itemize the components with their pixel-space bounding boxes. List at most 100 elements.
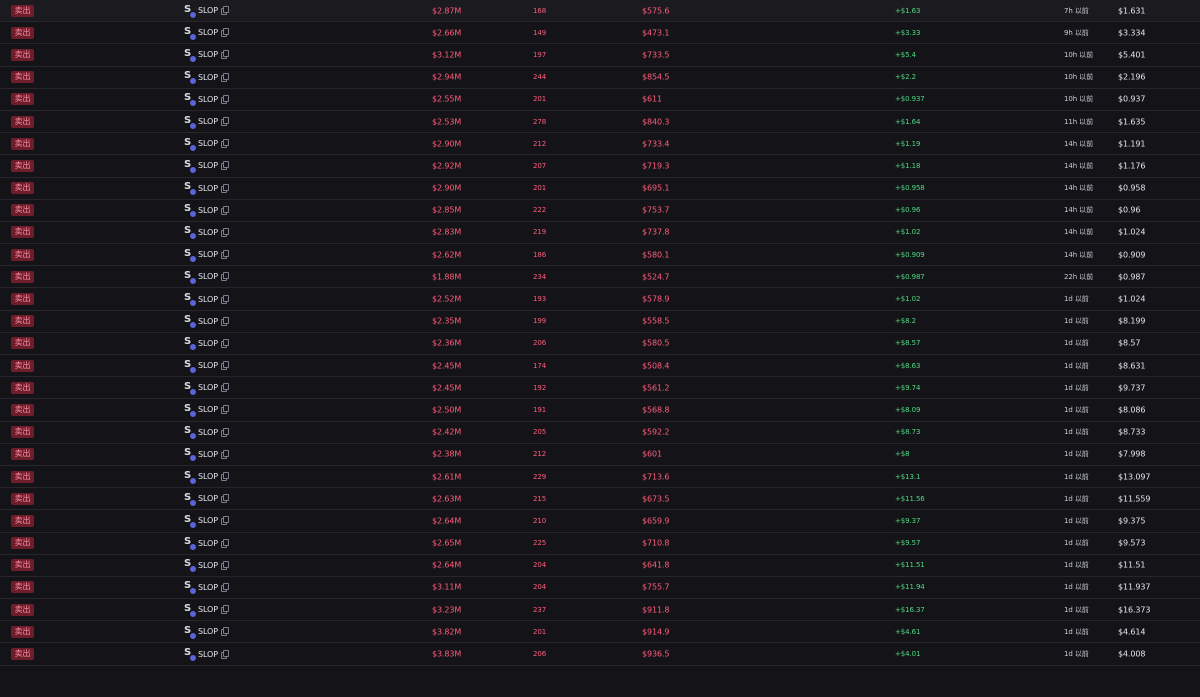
token-cell[interactable]: S SLOP [184, 4, 229, 19]
table-row[interactable]: 卖出 S SLOP $2.87M 168 $575.6 +$1.63 7h 以前… [0, 0, 1200, 23]
token-cell[interactable]: S SLOP [184, 225, 229, 241]
table-row[interactable]: 卖出 S SLOP $2.61M 229 $713.6 +$13.1 1d 以前… [0, 466, 1200, 489]
table-row[interactable]: 卖出 S SLOP $3.83M 206 $936.5 +$4.01 1d 以前… [0, 643, 1200, 666]
table-row[interactable]: 卖出 S SLOP $2.64M 204 $641.8 +$11.51 1d 以… [0, 555, 1200, 577]
token-cell[interactable]: S SLOP [184, 647, 229, 663]
sell-badge[interactable]: 卖出 [11, 603, 34, 616]
sell-badge[interactable]: 卖出 [11, 537, 34, 550]
copy-icon[interactable] [220, 50, 229, 60]
copy-icon[interactable] [220, 28, 229, 38]
table-row[interactable]: 卖出 S SLOP $2.45M 192 $561.2 +$9.74 1d 以前… [0, 377, 1200, 400]
sell-badge[interactable]: 卖出 [11, 448, 34, 461]
copy-icon[interactable] [220, 94, 229, 104]
table-row[interactable]: 卖出 S SLOP $2.36M 206 $580.5 +$8.57 1d 以前… [0, 333, 1200, 355]
token-cell[interactable]: S SLOP [184, 314, 229, 330]
token-cell[interactable]: S SLOP [184, 403, 229, 418]
table-row[interactable]: 卖出 S SLOP $2.53M 278 $840.3 +$1.64 11h 以… [0, 111, 1200, 134]
sell-badge[interactable]: 卖出 [11, 293, 34, 306]
table-row[interactable]: 卖出 S SLOP $3.82M 201 $914.9 +$4.61 1d 以前… [0, 621, 1200, 644]
table-row[interactable]: 卖出 S SLOP $2.62M 186 $580.1 +$0.909 14h … [0, 244, 1200, 267]
sell-badge[interactable]: 卖出 [11, 48, 34, 61]
token-cell[interactable]: S SLOP [184, 137, 229, 152]
table-row[interactable]: 卖出 S SLOP $2.63M 215 $673.5 +$11.56 1d 以… [0, 488, 1200, 511]
table-row[interactable]: 卖出 S SLOP $2.45M 174 $508.4 +$8.63 1d 以前… [0, 355, 1200, 378]
token-cell[interactable]: S SLOP [184, 514, 229, 529]
token-cell[interactable]: S SLOP [184, 92, 229, 108]
table-row[interactable]: 卖出 S SLOP $1.88M 234 $524.7 +$0.987 22h … [0, 266, 1200, 289]
copy-icon[interactable] [220, 139, 229, 149]
sell-badge[interactable]: 卖出 [11, 559, 34, 572]
token-cell[interactable]: S SLOP [184, 447, 229, 463]
table-row[interactable]: 卖出 S SLOP $2.94M 244 $854.5 +$2.2 10h 以前… [0, 67, 1200, 89]
sell-badge[interactable]: 卖出 [11, 625, 34, 638]
copy-icon[interactable] [220, 472, 229, 482]
copy-icon[interactable] [220, 338, 229, 348]
sell-badge[interactable]: 卖出 [11, 159, 34, 172]
copy-icon[interactable] [220, 294, 229, 304]
table-row[interactable]: 卖出 S SLOP $2.64M 210 $659.9 +$9.37 1d 以前… [0, 510, 1200, 533]
token-cell[interactable]: S SLOP [184, 26, 229, 41]
sell-badge[interactable]: 卖出 [11, 26, 34, 39]
sell-badge[interactable]: 卖出 [11, 403, 34, 416]
sell-badge[interactable]: 卖出 [11, 204, 34, 217]
copy-icon[interactable] [220, 161, 229, 171]
sell-badge[interactable]: 卖出 [11, 182, 34, 195]
table-row[interactable]: 卖出 S SLOP $2.90M 212 $733.4 +$1.19 14h 以… [0, 133, 1200, 156]
sell-badge[interactable]: 卖出 [11, 514, 34, 527]
sell-badge[interactable]: 卖出 [11, 581, 34, 594]
token-cell[interactable]: S SLOP [184, 492, 229, 507]
copy-icon[interactable] [220, 516, 229, 526]
table-row[interactable]: 卖出 S SLOP $3.23M 237 $911.8 +$16.37 1d 以… [0, 599, 1200, 622]
copy-icon[interactable] [220, 183, 229, 193]
copy-icon[interactable] [220, 582, 229, 592]
sell-badge[interactable]: 卖出 [11, 248, 34, 261]
token-cell[interactable]: S SLOP [184, 336, 229, 352]
token-cell[interactable]: S SLOP [184, 603, 229, 618]
sell-badge[interactable]: 卖出 [11, 648, 34, 661]
table-row[interactable]: 卖出 S SLOP $2.66M 149 $473.1 +$3.33 9h 以前… [0, 22, 1200, 45]
token-cell[interactable]: S SLOP [184, 270, 229, 285]
sell-badge[interactable]: 卖出 [11, 4, 34, 17]
sell-badge[interactable]: 卖出 [11, 381, 34, 394]
token-cell[interactable]: S SLOP [184, 558, 229, 574]
token-cell[interactable]: S SLOP [184, 292, 229, 308]
copy-icon[interactable] [220, 361, 229, 371]
table-row[interactable]: 卖出 S SLOP $2.50M 191 $568.8 +$8.09 1d 以前… [0, 399, 1200, 422]
token-cell[interactable]: S SLOP [184, 159, 229, 174]
table-row[interactable]: 卖出 S SLOP $2.38M 212 $601 +$8 1d 以前 $7.9… [0, 444, 1200, 466]
sell-badge[interactable]: 卖出 [11, 93, 34, 106]
table-row[interactable]: 卖出 S SLOP $2.83M 219 $737.8 +$1.02 14h 以… [0, 222, 1200, 245]
copy-icon[interactable] [220, 449, 229, 459]
copy-icon[interactable] [220, 649, 229, 659]
sell-badge[interactable]: 卖出 [11, 71, 34, 84]
sell-badge[interactable]: 卖出 [11, 426, 34, 439]
sell-badge[interactable]: 卖出 [11, 115, 34, 128]
token-cell[interactable]: S SLOP [184, 580, 229, 596]
sell-badge[interactable]: 卖出 [11, 470, 34, 483]
copy-icon[interactable] [220, 427, 229, 437]
copy-icon[interactable] [220, 272, 229, 282]
sell-badge[interactable]: 卖出 [11, 315, 34, 328]
token-cell[interactable]: S SLOP [184, 48, 229, 63]
copy-icon[interactable] [220, 560, 229, 570]
copy-icon[interactable] [220, 250, 229, 260]
sell-badge[interactable]: 卖出 [11, 270, 34, 283]
copy-icon[interactable] [220, 227, 229, 237]
sell-badge[interactable]: 卖出 [11, 337, 34, 350]
table-row[interactable]: 卖出 S SLOP $2.92M 207 $719.3 +$1.18 14h 以… [0, 155, 1200, 178]
token-cell[interactable]: S SLOP [184, 115, 229, 130]
copy-icon[interactable] [220, 72, 229, 82]
table-row[interactable]: 卖出 S SLOP $2.42M 205 $592.2 +$8.73 1d 以前… [0, 422, 1200, 444]
copy-icon[interactable] [220, 494, 229, 504]
table-row[interactable]: 卖出 S SLOP $2.85M 222 $753.7 +$0.96 14h 以… [0, 200, 1200, 222]
copy-icon[interactable] [220, 538, 229, 548]
copy-icon[interactable] [220, 117, 229, 127]
table-row[interactable]: 卖出 S SLOP $2.55M 201 $611 +$0.937 10h 以前… [0, 89, 1200, 111]
copy-icon[interactable] [220, 383, 229, 393]
copy-icon[interactable] [220, 6, 229, 16]
sell-badge[interactable]: 卖出 [11, 137, 34, 150]
table-row[interactable]: 卖出 S SLOP $2.35M 199 $558.5 +$8.2 1d 以前 … [0, 311, 1200, 333]
table-row[interactable]: 卖出 S SLOP $2.90M 201 $695.1 +$0.958 14h … [0, 178, 1200, 200]
table-row[interactable]: 卖出 S SLOP $2.65M 225 $710.8 +$9.57 1d 以前… [0, 533, 1200, 555]
token-cell[interactable]: S SLOP [184, 181, 229, 197]
